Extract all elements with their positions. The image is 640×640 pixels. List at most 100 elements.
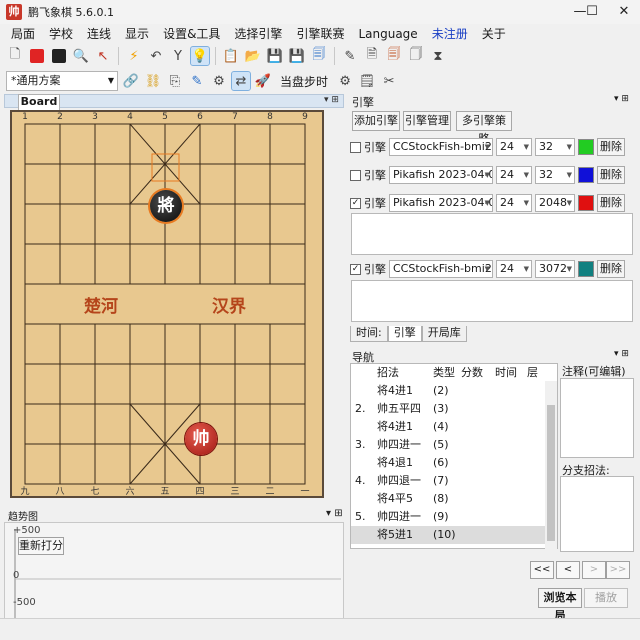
document-icon[interactable]: 🗎 [363,47,381,65]
panel-dropdown-icon[interactable]: ▾ ⊞ [324,95,339,105]
panel-dropdown-icon[interactable]: ▾ ⊞ [614,349,629,359]
engine-threads-select[interactable]: 24 ▼ [496,194,532,212]
tab-board[interactable]: Board [18,94,60,110]
edit-position-icon[interactable]: ✎ [188,72,206,90]
new-document-icon[interactable]: 🗋 [6,47,24,65]
panel-dropdown-icon[interactable]: ▾ ⊞ [326,508,343,519]
engine-enable-checkbox[interactable] [350,169,361,181]
tools-icon[interactable]: ✂ [380,72,398,90]
rescore-button[interactable]: 重新打分 [18,537,64,555]
engine-color-swatch[interactable] [578,261,594,277]
xiangqi-board[interactable]: 1 2 3 4 5 6 7 8 9 九 八 七 六 五 四 三 二 一 楚河 汉… [12,112,322,497]
red-general-piece[interactable]: 帅 [185,423,217,455]
comment-textarea[interactable] [560,378,634,458]
table-row[interactable]: 5. 帅四进一 (9) [351,508,547,526]
delete-engine-button[interactable]: 删除 [597,138,625,156]
engine-hash-select[interactable]: 3072 ▼ [535,260,575,278]
table-row[interactable]: 将4退1 (6) [351,454,547,472]
swap-icon[interactable]: ⇄ [231,71,251,91]
engine-name-select[interactable]: CCStockFish-bmi2 ▼ [389,138,493,156]
scheme-select[interactable]: *通用方案 ▼ [6,71,118,91]
menu-select-engine[interactable]: 选择引擎 [227,24,289,44]
first-move-button[interactable]: << [530,561,554,579]
menu-school[interactable]: 学校 [42,24,80,44]
edit-icon[interactable]: ✎ [341,47,359,65]
engine-output-box[interactable] [351,280,633,322]
pages-icon[interactable]: 🗍 [407,47,425,65]
engine-threads-select[interactable]: 24 ▼ [496,260,532,278]
menu-engine-league[interactable]: 引擎联赛 [289,24,351,44]
copy-position-icon[interactable]: ⎘ [166,72,184,90]
engine-enable-checkbox[interactable]: ✓ [350,263,361,275]
play-button[interactable]: 播放 [584,588,628,608]
engine-enable-checkbox[interactable] [350,141,361,153]
open-folder-icon[interactable]: 📂 [244,47,262,65]
copy-icon[interactable]: 🗐 [385,47,403,65]
table-row[interactable]: 将4平5 (8) [351,490,547,508]
scrollbar-thumb[interactable] [547,405,555,541]
engine-name-select[interactable]: CCStockFish-bmi2 ▼ [389,260,493,278]
move-list[interactable]: 招法 类型 分数 时间 层 将4进1 (2) 2. 帅五平四 (3) 将4进1 … [350,363,558,549]
branch-icon[interactable]: Y [169,47,187,65]
rocket-icon[interactable]: 🚀 [254,72,272,90]
tab-time[interactable]: 时间: [350,326,388,342]
engine-name-select[interactable]: Pikafish 2023-04-0 ▼ [389,194,493,212]
chain-icon[interactable]: ⛓ [144,72,162,90]
next-move-button[interactable]: > [582,561,606,579]
table-row[interactable]: 3. 帅四进一 (5) [351,436,547,454]
black-general-piece[interactable]: 將 [150,190,182,222]
engine-name-select[interactable]: Pikafish 2023-04-0 ▼ [389,166,493,184]
table-row[interactable]: 将4进1 (4) [351,418,547,436]
undo-icon[interactable]: ↶ [147,47,165,65]
paste-icon[interactable]: 📋 [222,47,240,65]
analyze-icon[interactable]: 🔍 [72,47,90,65]
browse-game-button[interactable]: 浏览本局 [538,588,582,622]
engine-hash-select[interactable]: 32 ▼ [535,138,575,156]
menu-display[interactable]: 显示 [118,24,156,44]
engine-threads-select[interactable]: 24 ▼ [496,166,532,184]
table-row-selected[interactable]: 将5进1 (10) [351,526,547,544]
close-button[interactable]: ✕ [604,0,640,24]
settings-gear-icon[interactable]: ⚙ [336,72,354,90]
add-engine-button[interactable]: 添加引擎 [352,111,400,131]
engine-output-box[interactable] [351,213,633,255]
engine-hash-select[interactable]: 2048 ▼ [535,194,575,212]
save-as-icon[interactable]: 💾 [288,47,306,65]
step-time-label[interactable]: 当盘步时 [280,73,328,90]
engine-color-swatch[interactable] [578,139,594,155]
lightning-icon[interactable]: ⚡ [125,47,143,65]
engine-gear-icon[interactable]: ⚙ [210,72,228,90]
menu-connect[interactable]: 连线 [80,24,118,44]
notebook-icon[interactable]: 🗒 [358,72,376,90]
hint-bulb-icon[interactable]: 💡 [190,46,210,66]
pointer-icon[interactable]: ↖ [94,47,112,65]
engine-hash-select[interactable]: 32 ▼ [535,166,575,184]
table-row[interactable]: 4. 帅四退一 (7) [351,472,547,490]
black-side-icon[interactable] [50,47,68,65]
engine-threads-select[interactable]: 24 ▼ [496,138,532,156]
engine-enable-checkbox[interactable]: ✓ [350,197,361,209]
hourglass-icon[interactable]: ⧗ [429,47,447,65]
library-icon[interactable]: 🗐 [310,47,328,65]
engine-color-swatch[interactable] [578,167,594,183]
tab-opening-book[interactable]: 开局库 [421,326,467,342]
link-icon[interactable]: 🔗 [122,72,140,90]
delete-engine-button[interactable]: 删除 [597,260,625,278]
prev-move-button[interactable]: < [556,561,580,579]
move-list-scrollbar[interactable] [545,381,557,549]
multi-engine-button[interactable]: 多引擎策略 [456,111,512,145]
menu-unregistered[interactable]: 未注册 [425,24,475,44]
save-icon[interactable]: 💾 [266,47,284,65]
engine-color-swatch[interactable] [578,195,594,211]
table-row[interactable]: 将4进1 (2) [351,382,547,400]
menu-settings-tools[interactable]: 设置&工具 [156,24,227,44]
panel-dropdown-icon[interactable]: ▾ ⊞ [614,94,629,104]
delete-engine-button[interactable]: 删除 [597,166,625,184]
engine-manage-button[interactable]: 引擎管理 [403,111,451,131]
red-side-icon[interactable] [28,47,46,65]
last-move-button[interactable]: >> [606,561,630,579]
branch-moves-list[interactable] [560,476,634,552]
delete-engine-button[interactable]: 删除 [597,194,625,212]
menu-about[interactable]: 关于 [475,24,513,44]
table-row[interactable]: 2. 帅五平四 (3) [351,400,547,418]
